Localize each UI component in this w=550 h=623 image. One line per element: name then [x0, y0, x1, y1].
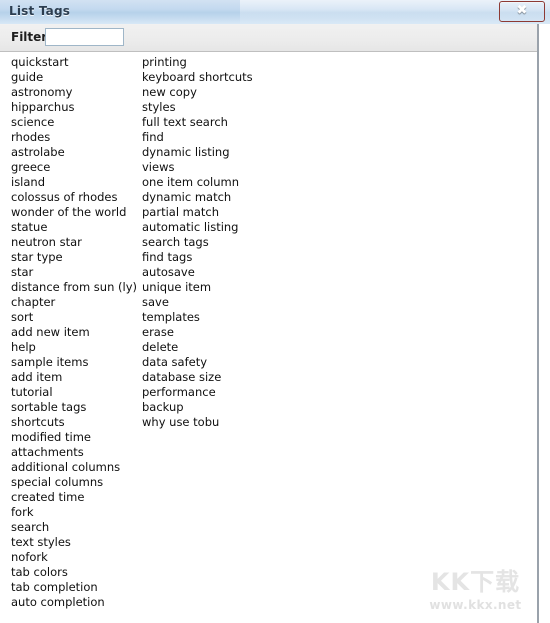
tag-list-item[interactable]: additional columns	[11, 460, 139, 475]
tag-list-item[interactable]: add new item	[11, 325, 139, 340]
tag-list-item[interactable]: attachments	[11, 445, 139, 460]
tag-list-item[interactable]: fork	[11, 505, 139, 520]
tag-list-item[interactable]: backup	[142, 400, 292, 415]
tag-list-item[interactable]: tab completion	[11, 580, 139, 595]
tag-list-area[interactable]: quickstart guide astronomy hipparchus scienc…	[0, 53, 550, 623]
tag-list-item[interactable]: delete	[142, 340, 292, 355]
window-titlebar: List Tags	[0, 0, 550, 24]
tag-list-item[interactable]: views	[142, 160, 292, 175]
tag-list-item[interactable]: performance	[142, 385, 292, 400]
window-title: List Tags	[9, 4, 71, 18]
tag-list-item[interactable]: templates	[142, 310, 292, 325]
tag-list-item[interactable]: shortcuts	[11, 415, 139, 430]
tag-list-item[interactable]: star	[11, 265, 139, 280]
filter-label: Filter	[11, 30, 48, 44]
tag-list-item[interactable]: colossus of rhodes	[11, 190, 139, 205]
tag-list-item[interactable]: save	[142, 295, 292, 310]
tag-column-1: quickstart guide astronomy hipparchus scienc…	[11, 55, 139, 610]
tag-list-item[interactable]: unique item	[142, 280, 292, 295]
tag-list-item[interactable]: partial match	[142, 205, 292, 220]
tag-list-item[interactable]: erase	[142, 325, 292, 340]
tag-list-item[interactable]: sort	[11, 310, 139, 325]
tag-list-item[interactable]: tutorial	[11, 385, 139, 400]
filter-input[interactable]	[45, 28, 124, 46]
tag-list-item[interactable]: find tags	[142, 250, 292, 265]
tag-list-item[interactable]: auto completion	[11, 595, 139, 610]
tag-list-item[interactable]: one item column	[142, 175, 292, 190]
tag-list-item[interactable]: quickstart	[11, 55, 139, 70]
tag-list-item[interactable]: astrolabe	[11, 145, 139, 160]
close-button[interactable]: ✖	[499, 1, 545, 22]
tag-list-item[interactable]: search tags	[142, 235, 292, 250]
tag-list-item[interactable]: neutron star	[11, 235, 139, 250]
tag-list-item[interactable]: tab colors	[11, 565, 139, 580]
tag-list-item[interactable]: modified time	[11, 430, 139, 445]
tag-list-item[interactable]: statue	[11, 220, 139, 235]
tag-list-item[interactable]: keyboard shortcuts	[142, 70, 292, 85]
tag-list-item[interactable]: hipparchus	[11, 100, 139, 115]
tag-list-item[interactable]: greece	[11, 160, 139, 175]
tag-list-item[interactable]: search	[11, 520, 139, 535]
tag-list-item[interactable]: find	[142, 130, 292, 145]
filter-bar: Filter	[0, 24, 550, 52]
tag-list-item[interactable]: help	[11, 340, 139, 355]
close-icon: ✖	[516, 3, 528, 18]
tag-list-item[interactable]: distance from sun (ly)	[11, 280, 139, 295]
tag-list-item[interactable]: nofork	[11, 550, 139, 565]
tag-list-item[interactable]: rhodes	[11, 130, 139, 145]
tag-list-item[interactable]: guide	[11, 70, 139, 85]
tag-list-item[interactable]: astronomy	[11, 85, 139, 100]
tag-list-item[interactable]: add item	[11, 370, 139, 385]
tag-list-item[interactable]: why use tobu	[142, 415, 292, 430]
tag-list-item[interactable]: star type	[11, 250, 139, 265]
tag-list-item[interactable]: special columns	[11, 475, 139, 490]
tag-list-item[interactable]: chapter	[11, 295, 139, 310]
tag-list-item[interactable]: sample items	[11, 355, 139, 370]
tag-list-item[interactable]: autosave	[142, 265, 292, 280]
tag-list-item[interactable]: sortable tags	[11, 400, 139, 415]
tag-list-item[interactable]: created time	[11, 490, 139, 505]
tag-list-item[interactable]: data safety	[142, 355, 292, 370]
tag-list-item[interactable]: island	[11, 175, 139, 190]
tag-list-item[interactable]: new copy	[142, 85, 292, 100]
window-right-border	[537, 24, 539, 623]
window-right-fill	[539, 24, 550, 623]
tag-list-item[interactable]: dynamic listing	[142, 145, 292, 160]
tag-list-item[interactable]: text styles	[11, 535, 139, 550]
tag-list-item[interactable]: wonder of the world	[11, 205, 139, 220]
list-tags-window: List Tags ✖ Filter quickstart guide astron…	[0, 0, 550, 623]
tag-list-item[interactable]: automatic listing	[142, 220, 292, 235]
tag-column-2: printing keyboard shortcuts new copy styles…	[142, 55, 292, 430]
tag-list-item[interactable]: science	[11, 115, 139, 130]
tag-list-item[interactable]: database size	[142, 370, 292, 385]
tag-list-item[interactable]: dynamic match	[142, 190, 292, 205]
tag-list-item[interactable]: styles	[142, 100, 292, 115]
tag-list-item[interactable]: full text search	[142, 115, 292, 130]
tag-list-item[interactable]: printing	[142, 55, 292, 70]
